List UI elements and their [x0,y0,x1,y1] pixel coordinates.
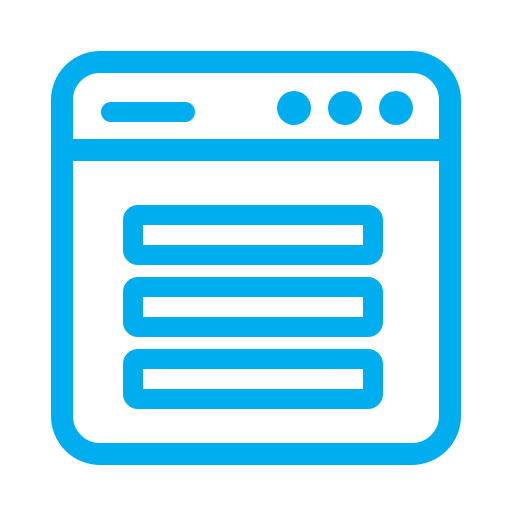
icon-stage [0,0,512,512]
list-row [123,349,383,409]
browser-window-list-icon [51,51,461,465]
window-control-dot [328,91,362,125]
window-control-dot [379,91,413,125]
window-control-dot [277,91,311,125]
list-row [123,205,383,265]
list-row [123,277,383,337]
